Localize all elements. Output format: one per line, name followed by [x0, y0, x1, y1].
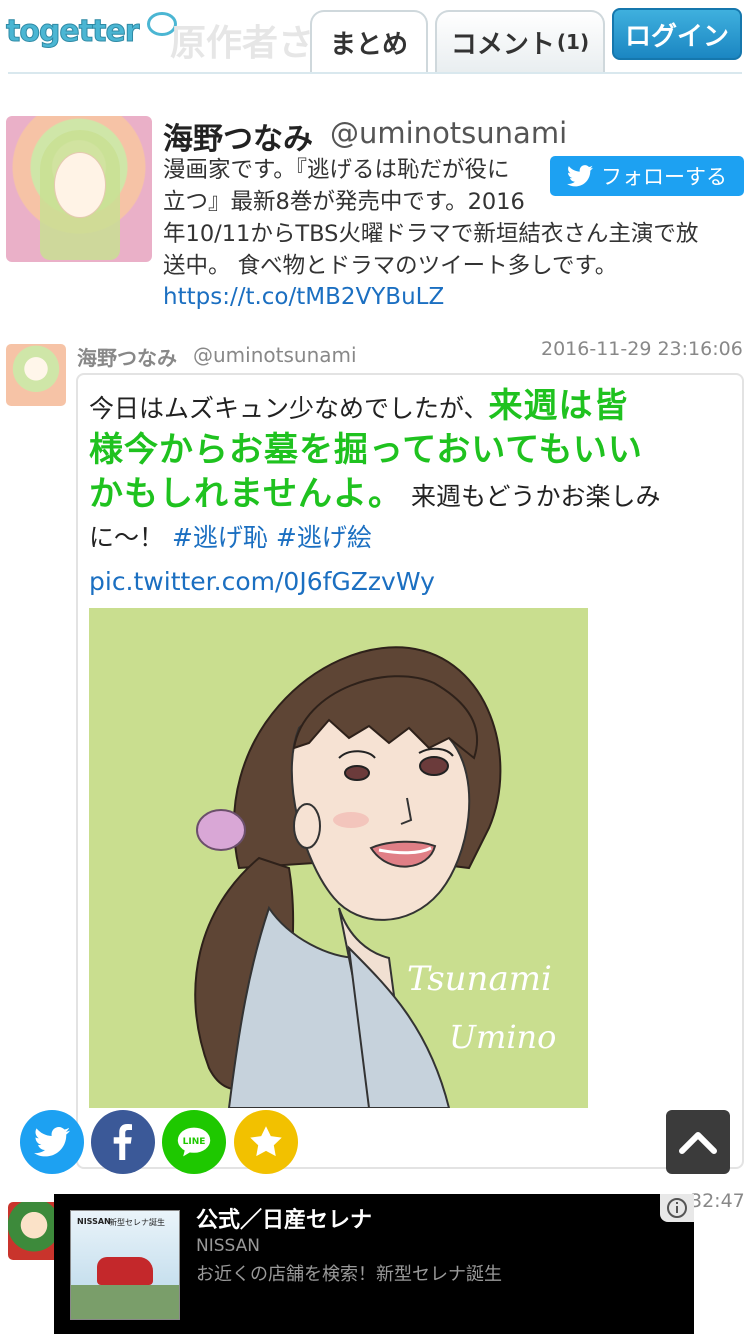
- tab-comment-label: コメント: [450, 29, 555, 60]
- share-line-button[interactable]: LINE: [162, 1110, 226, 1174]
- star-icon: [250, 1126, 282, 1157]
- profile-handle[interactable]: @uminotsunami: [330, 116, 567, 150]
- illustration-drawing: Tsunami Umino: [89, 608, 588, 1108]
- line-label: LINE: [183, 1137, 206, 1147]
- ad-description: お近くの店舗を検索！新型セレナ誕生: [196, 1264, 502, 1285]
- hashtag-link[interactable]: #逃げ絵: [276, 523, 372, 552]
- tweet-text-plain: に〜！: [89, 523, 165, 552]
- ad-thumbnail[interactable]: NISSAN 新型セレナ誕生: [70, 1210, 180, 1320]
- hashtag-link[interactable]: #逃げ恥: [172, 523, 268, 552]
- tweet-text-plain: 今日はムズキュン少なめでしたが、: [89, 394, 489, 423]
- bio-line: 送中。 食べ物とドラマのツイート多しです。: [163, 253, 618, 279]
- car-image: [97, 1257, 153, 1285]
- profile-name[interactable]: 海野つなみ: [163, 114, 313, 158]
- tweet-text-plain: 来週もどうかお楽しみ: [410, 482, 661, 511]
- signature-text: Tsunami: [407, 959, 552, 999]
- ad-banner[interactable]: NISSAN 新型セレナ誕生 公式／日産セレナ NISSAN お近くの店舗を検索…: [54, 1194, 694, 1334]
- profile-url-link[interactable]: https://t.co/tMB2VYBuLZ: [163, 284, 444, 310]
- ad-thumb-caption: 新型セレナ誕生: [109, 1218, 165, 1227]
- tweet-author-handle[interactable]: @uminotsunami: [193, 343, 357, 367]
- tweet-text-highlight: 来週は皆: [488, 386, 629, 426]
- ad-title[interactable]: 公式／日産セレナ: [196, 1202, 372, 1234]
- facebook-icon: [113, 1124, 132, 1160]
- top-header: togetter 原作者さん まとめ コメント (1) ログイン: [0, 0, 750, 76]
- bio-line: 立つ』最新8巻が発売中です。2016: [163, 189, 525, 215]
- togetter-logo[interactable]: togetter: [6, 14, 141, 54]
- tweet-author-name[interactable]: 海野つなみ: [77, 342, 177, 371]
- login-button[interactable]: ログイン: [612, 8, 742, 60]
- header-divider: [8, 72, 742, 74]
- profile-bio: 漫画家です。『逃げるは恥だが役に 立つ』最新8巻が発売中です。2016 年10/…: [163, 154, 743, 282]
- line-icon: LINE: [177, 1127, 211, 1157]
- svg-text:Umino: Umino: [449, 1018, 556, 1056]
- chevron-up-icon: [679, 1132, 717, 1154]
- scroll-to-top-button[interactable]: [666, 1110, 730, 1174]
- share-twitter-button[interactable]: [20, 1110, 84, 1174]
- tweet-text-highlight: かもしれませんよ。: [89, 474, 403, 514]
- tab-matome[interactable]: まとめ: [310, 10, 428, 72]
- share-favorite-button[interactable]: [234, 1110, 298, 1174]
- next-tweet-timestamp[interactable]: 32:47: [690, 1190, 745, 1212]
- pic-twitter-link[interactable]: pic.twitter.com/0J6fGZzvWy: [89, 567, 435, 596]
- twitter-icon: [34, 1127, 70, 1157]
- profile-avatar[interactable]: [6, 116, 152, 262]
- tab-matome-label: まとめ: [329, 29, 408, 60]
- comment-count: (1): [556, 30, 590, 54]
- ad-advertiser: NISSAN: [196, 1236, 260, 1256]
- tweet-text-highlight: 様今からお墓を掘っておいてもいい: [89, 430, 643, 470]
- ad-info-icon[interactable]: [660, 1194, 694, 1222]
- next-tweet-avatar[interactable]: [8, 1202, 60, 1260]
- tweet-body: 今日はムズキュン少なめでしたが、来週は皆 様今からお墓を掘っておいてもいい かも…: [89, 384, 739, 604]
- tweet-timestamp[interactable]: 2016-11-29 23:16:06: [541, 338, 743, 360]
- tweet-illustration[interactable]: Tsunami Umino: [89, 608, 588, 1108]
- bio-line: 漫画家です。『逃げるは恥だが役に: [163, 157, 510, 183]
- bio-line: 年10/11からTBS火曜ドラマで新垣結衣さん主演で放: [163, 221, 699, 247]
- share-facebook-button[interactable]: [91, 1110, 155, 1174]
- tab-comment[interactable]: コメント (1): [435, 10, 605, 72]
- tweet-avatar[interactable]: [6, 344, 66, 406]
- ad-thumb-brand: NISSAN: [77, 1217, 111, 1226]
